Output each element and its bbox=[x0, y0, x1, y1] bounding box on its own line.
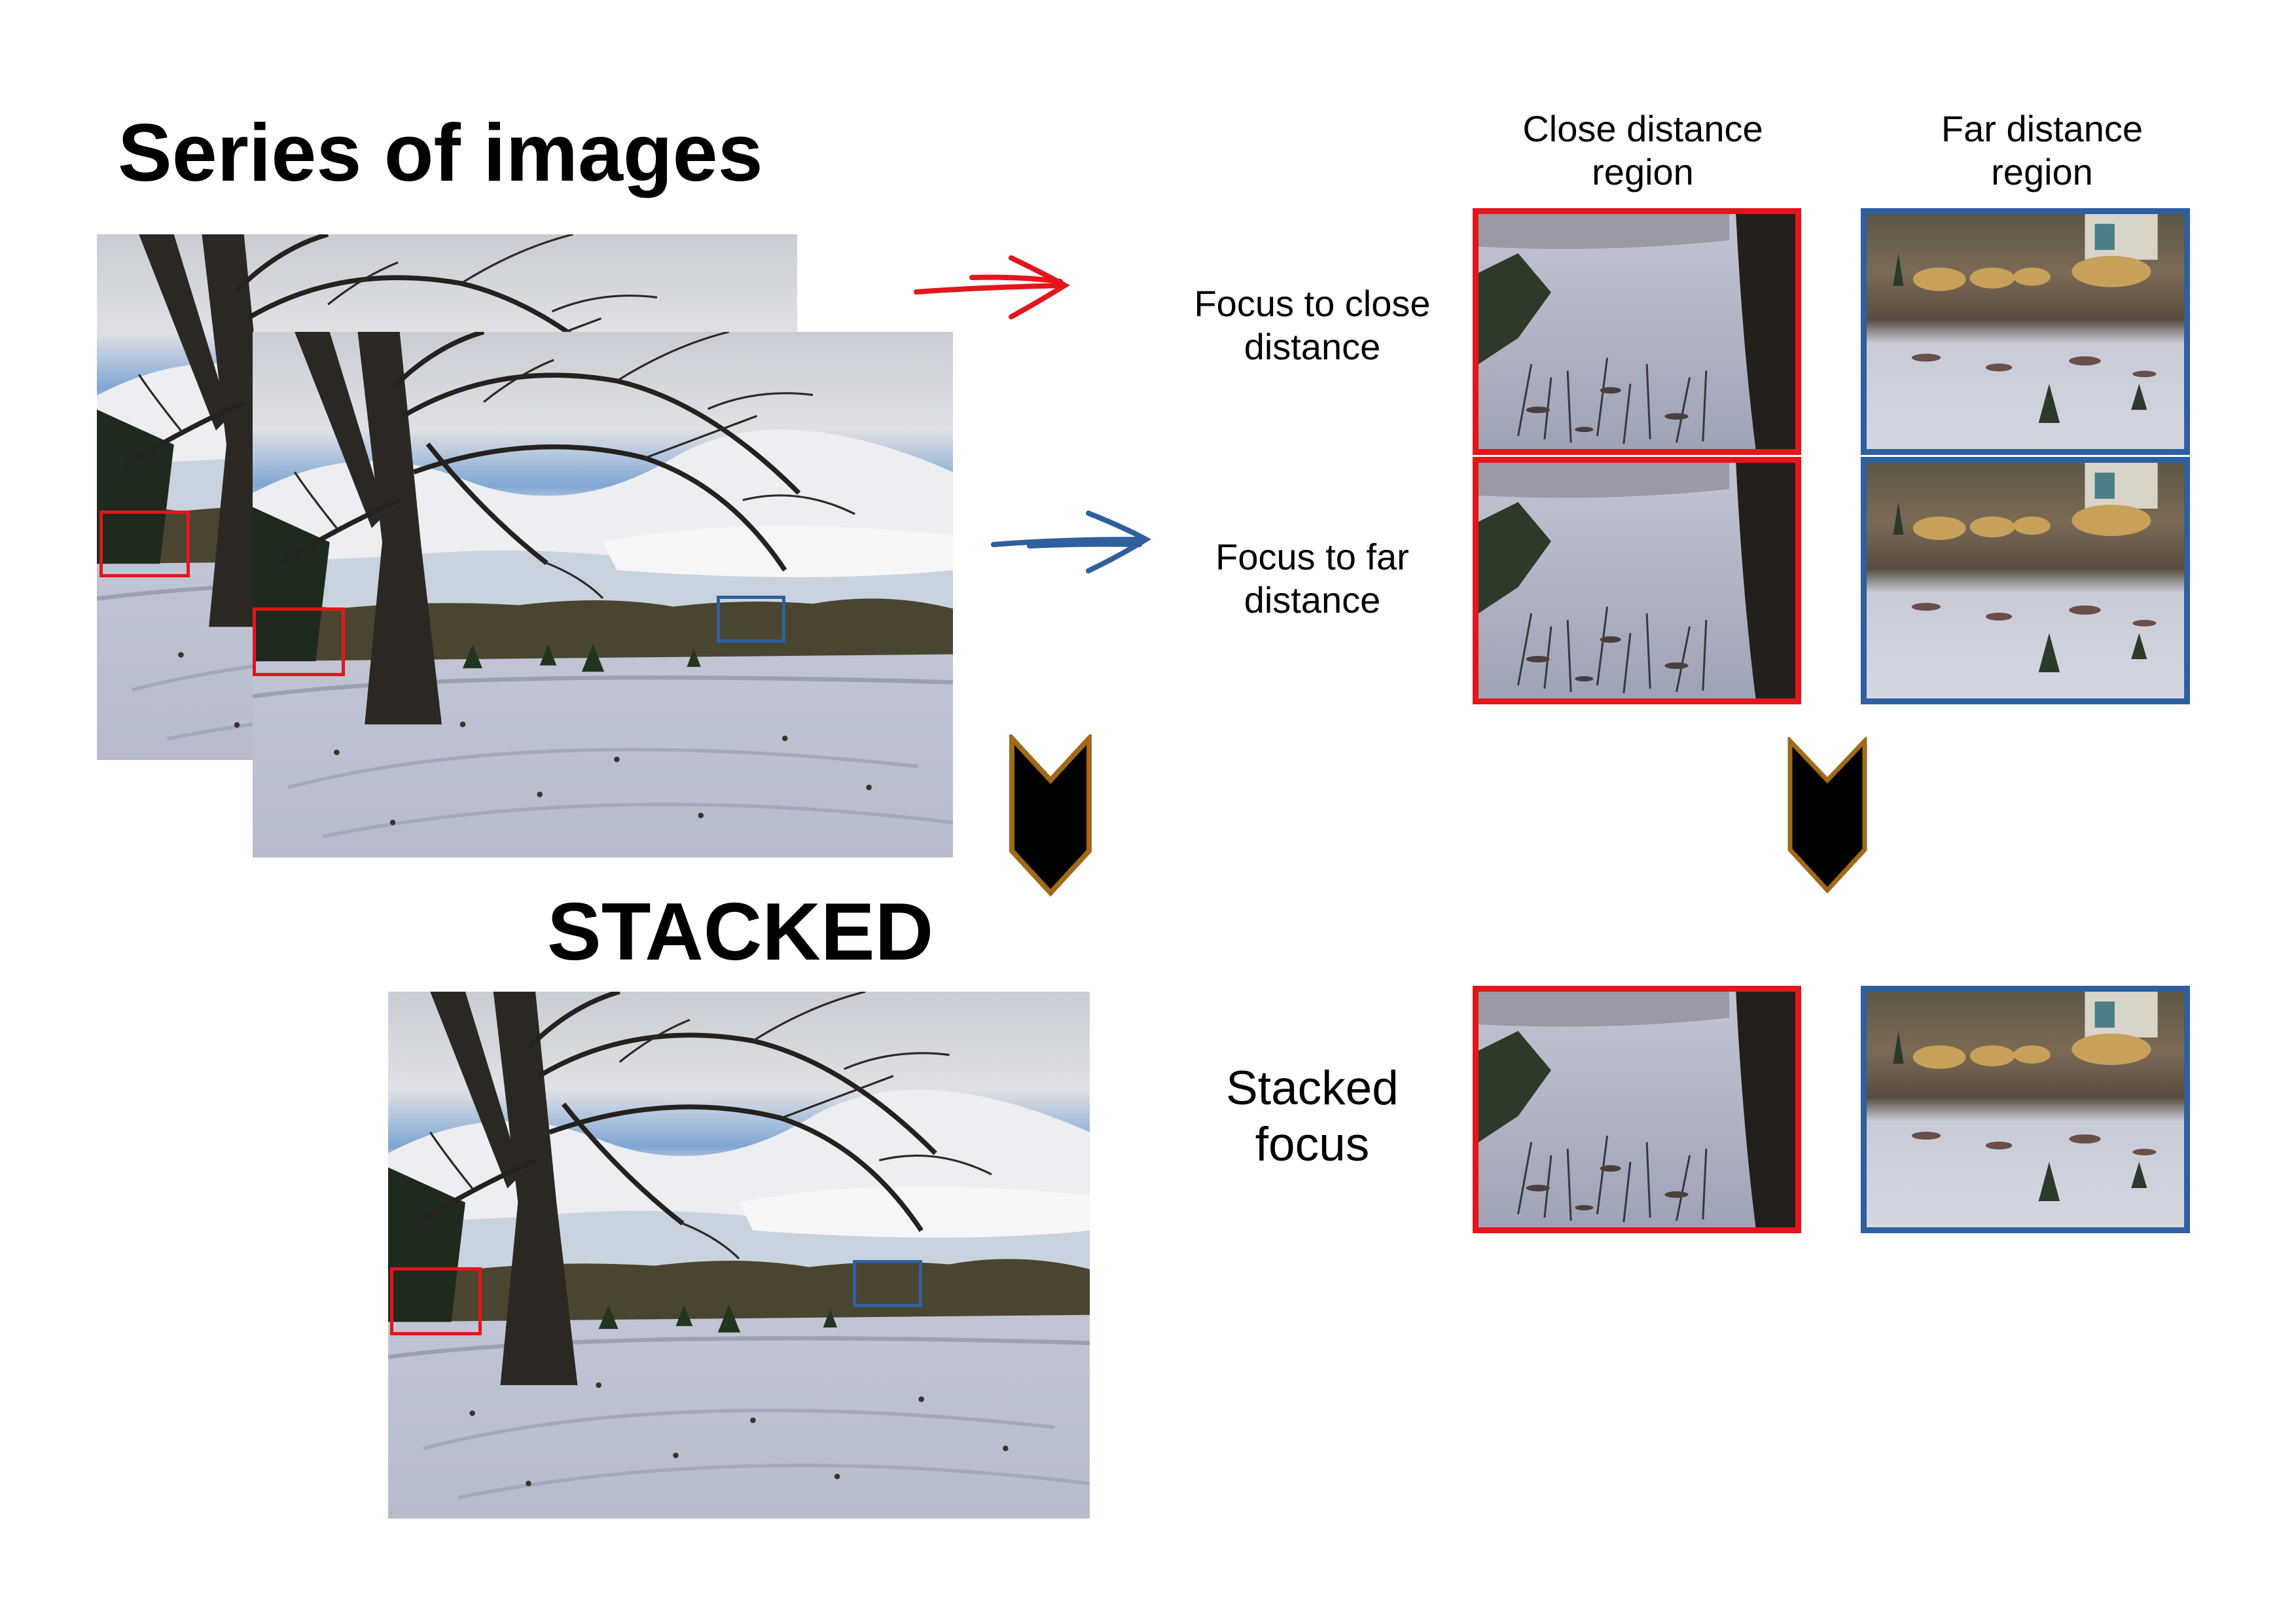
row-label-focus-close: Focus to close distance bbox=[1194, 283, 1431, 367]
far-region-marker bbox=[717, 596, 785, 643]
far-region-marker bbox=[853, 1260, 922, 1307]
chevron-down-icon bbox=[1787, 737, 1867, 894]
arrow-close-icon bbox=[914, 255, 1070, 319]
close-region-crop-focus-close bbox=[1473, 208, 1801, 455]
arrow-far-icon bbox=[991, 511, 1151, 573]
close-region-marker bbox=[253, 607, 345, 676]
photo-focus-far bbox=[253, 332, 953, 857]
column-header-far: Far distance region bbox=[1941, 108, 2144, 192]
series-heading: Series of images bbox=[118, 108, 763, 198]
close-region-crop-stacked bbox=[1473, 986, 1801, 1233]
close-region-marker bbox=[99, 511, 190, 577]
far-region-crop-focus-close bbox=[1861, 208, 2190, 455]
far-region-crop-stacked bbox=[1861, 986, 2190, 1233]
photo-stacked bbox=[388, 992, 1090, 1519]
far-region-crop-focus-far bbox=[1861, 457, 2190, 704]
close-region-marker bbox=[390, 1267, 482, 1335]
stacked-heading: STACKED bbox=[547, 887, 934, 977]
chevron-down-icon bbox=[1009, 734, 1092, 897]
row-label-focus-far: Focus to far distance bbox=[1215, 536, 1409, 621]
close-region-crop-focus-far bbox=[1473, 457, 1801, 704]
row-label-stacked: Stacked focus bbox=[1226, 1062, 1399, 1171]
column-header-close: Close distance region bbox=[1522, 108, 1763, 192]
